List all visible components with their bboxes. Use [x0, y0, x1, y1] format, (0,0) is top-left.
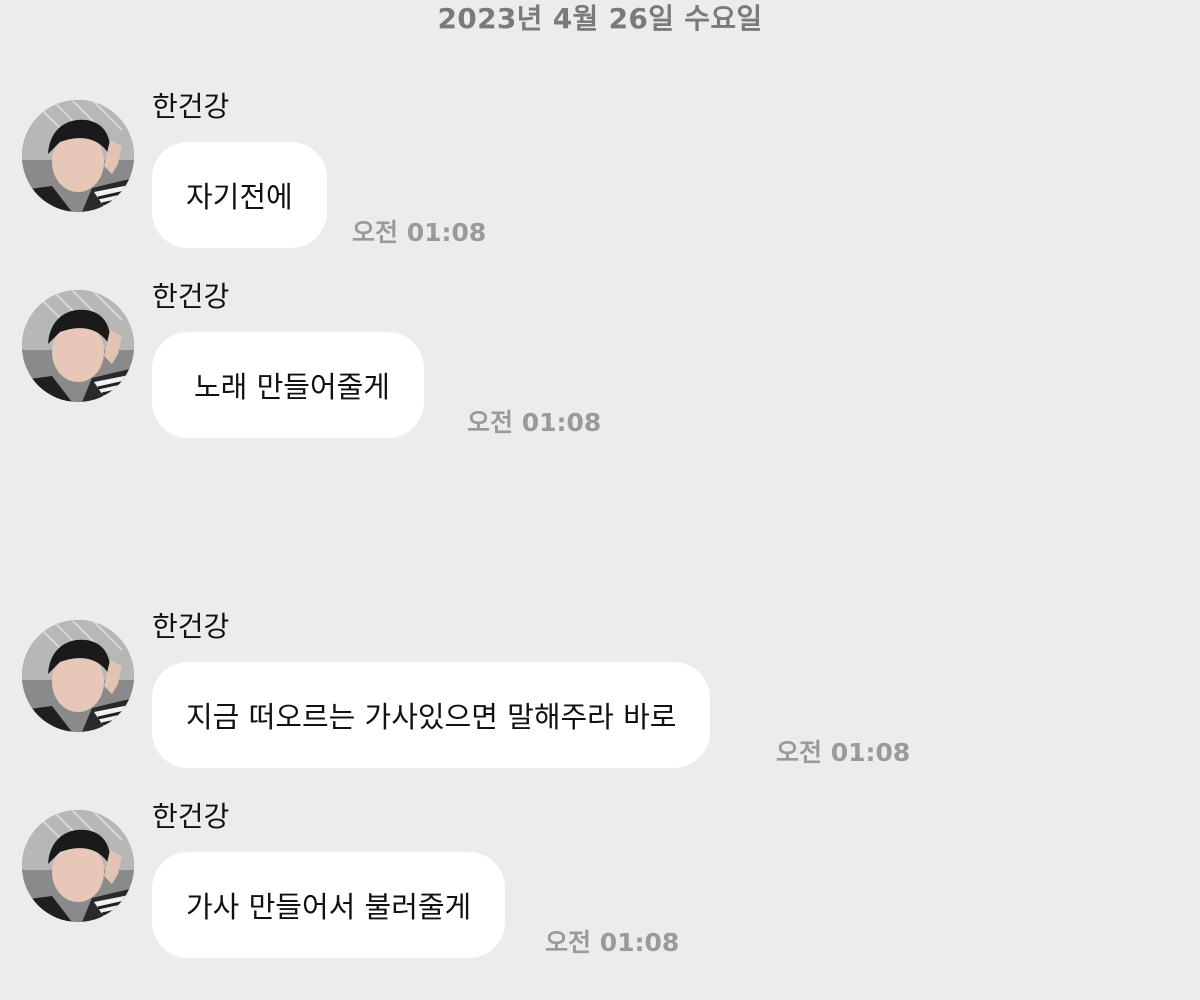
chat-message: 한건강 자기전에 오전 01:08 [0, 90, 1200, 290]
sender-name: 한건강 [152, 610, 230, 643]
message-bubble[interactable]: 노래 만들어줄게 [152, 332, 424, 438]
message-bubble[interactable]: 가사 만들어서 불러줄게 [152, 852, 506, 958]
message-timestamp: 오전 01:08 [467, 408, 602, 437]
message-timestamp: 오전 01:08 [352, 218, 487, 247]
avatar[interactable] [22, 810, 134, 922]
chat-message: 한건강 가사 만들어서 불러줄게 오전 01:08 [0, 800, 1200, 1000]
profile-photo-icon [22, 290, 134, 402]
date-divider: 2023년 4월 26일 수요일 [437, 2, 763, 35]
avatar[interactable] [22, 290, 134, 402]
sender-name: 한건강 [152, 90, 230, 123]
sender-name: 한건강 [152, 280, 230, 313]
avatar[interactable] [22, 100, 134, 212]
profile-photo-icon [22, 100, 134, 212]
profile-photo-icon [22, 620, 134, 732]
avatar[interactable] [22, 620, 134, 732]
message-bubble[interactable]: 자기전에 [152, 142, 327, 248]
message-timestamp: 오전 01:08 [545, 928, 680, 957]
message-bubble[interactable]: 지금 떠오르는 가사있으면 말해주라 바로 [152, 662, 711, 768]
profile-photo-icon [22, 810, 134, 922]
chat-message: 한건강 노래 만들어줄게 오전 01:08 [0, 280, 1200, 480]
chat-message: 한건강 지금 떠오르는 가사있으면 말해주라 바로 오전 01:08 [0, 610, 1200, 810]
message-timestamp: 오전 01:08 [776, 738, 911, 767]
sender-name: 한건강 [152, 800, 230, 833]
